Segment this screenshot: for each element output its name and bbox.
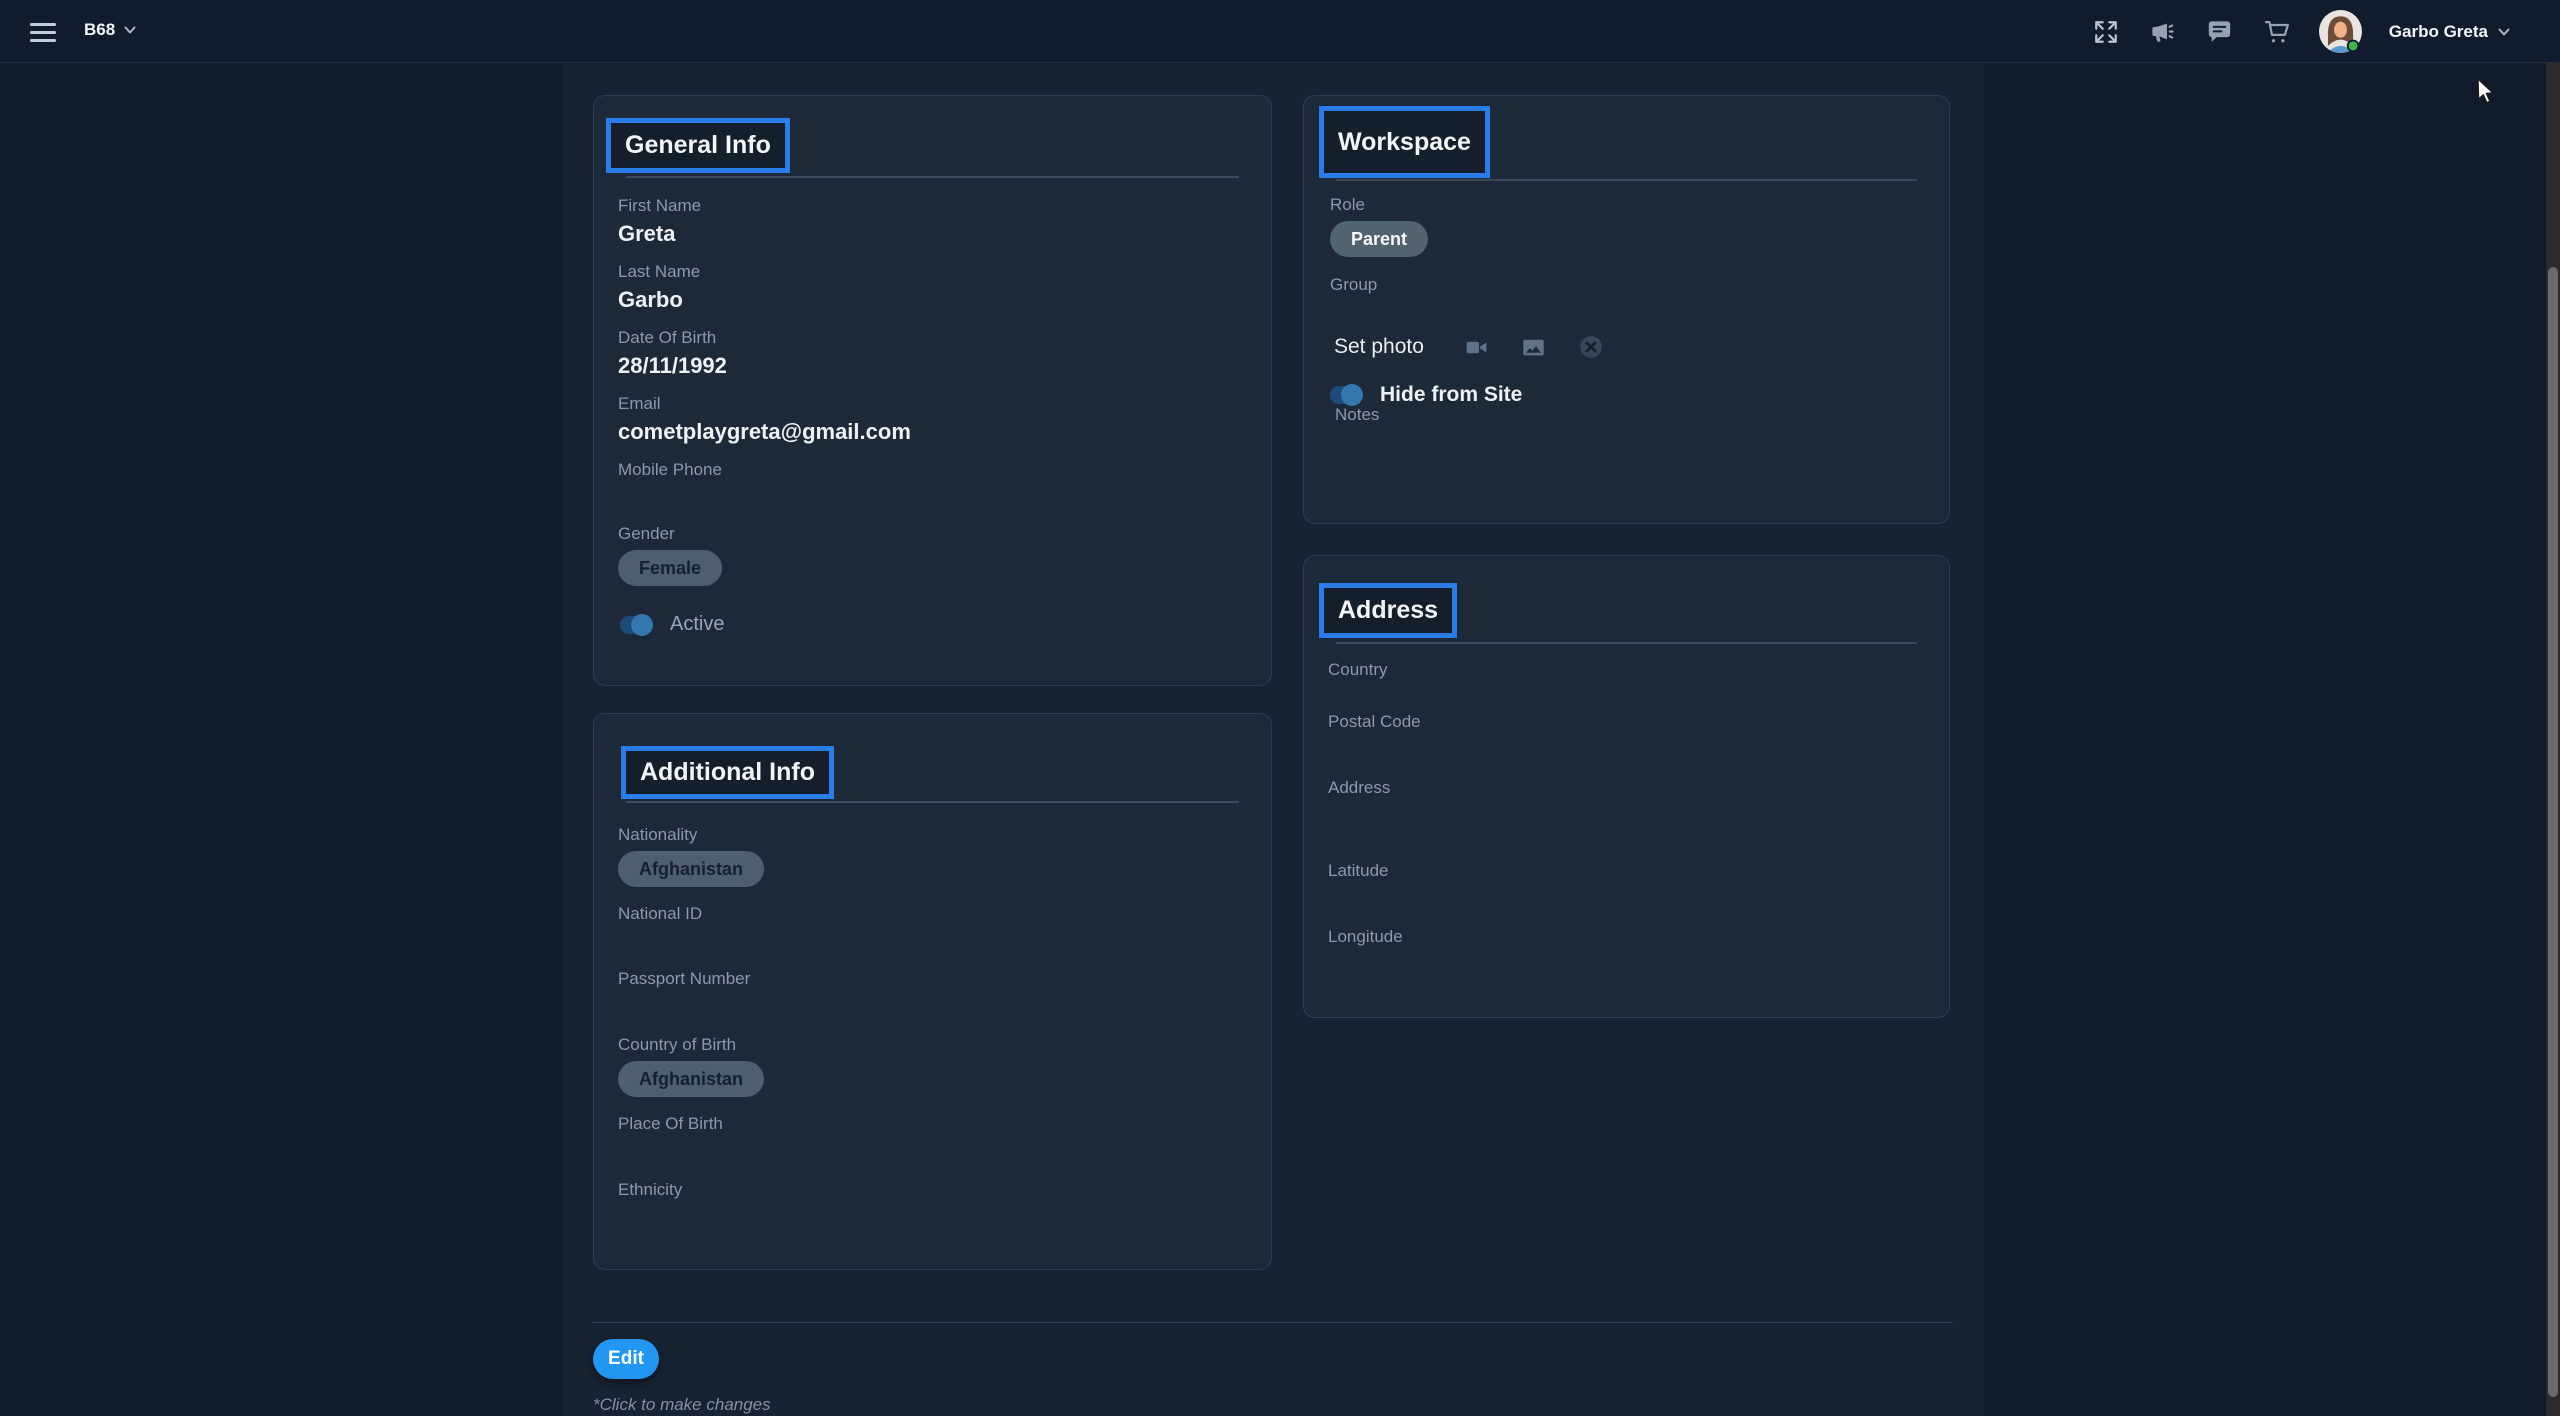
field-country-of-birth: Country of Birth Afghanistan — [618, 1035, 1247, 1097]
field-nationality: Nationality Afghanistan — [618, 825, 1247, 887]
section-title: Additional Info — [640, 758, 815, 787]
workspace-title-highlight: Workspace — [1319, 106, 1490, 178]
online-status-dot — [2347, 40, 2358, 51]
field-address: Address — [1328, 778, 1925, 798]
toggle-switch-on[interactable] — [1330, 384, 1364, 406]
general-info-card: General Info First Name Greta Last Name … — [593, 95, 1272, 686]
hamburger-menu-icon[interactable] — [30, 17, 66, 47]
mouse-cursor — [2476, 78, 2500, 104]
content-panel: General Info First Name Greta Last Name … — [563, 63, 1984, 1416]
role-chip: Parent — [1330, 221, 1428, 257]
video-camera-icon[interactable] — [1462, 332, 1492, 362]
field-place-of-birth: Place Of Birth — [618, 1114, 1247, 1165]
hide-from-site-toggle[interactable]: Hide from Site — [1330, 383, 1522, 407]
field-passport-number: Passport Number — [618, 969, 1247, 1020]
image-icon[interactable] — [1519, 332, 1549, 362]
set-photo-label: Set photo — [1334, 335, 1424, 359]
field-national-id: National ID — [618, 904, 1247, 955]
cart-icon[interactable] — [2262, 17, 2292, 47]
section-title: Address — [1338, 596, 1438, 625]
divider — [1336, 179, 1917, 181]
workspace-selector[interactable]: B68 — [84, 20, 136, 40]
megaphone-icon[interactable] — [2148, 17, 2178, 47]
edit-button[interactable]: Edit — [593, 1339, 659, 1379]
fullscreen-icon[interactable] — [2091, 17, 2121, 47]
address-card: Address Country Postal Code Address Lati… — [1303, 555, 1950, 1018]
scrollbar-track[interactable] — [2546, 63, 2560, 1416]
toggle-label: Hide from Site — [1380, 383, 1522, 407]
nationality-chip: Afghanistan — [618, 851, 764, 887]
divider — [626, 176, 1239, 178]
user-menu[interactable]: Garbo Greta — [2389, 22, 2510, 42]
user-name: Garbo Greta — [2389, 22, 2488, 42]
field-group: Group — [1330, 275, 1925, 326]
topbar-actions: Garbo Greta — [2091, 0, 2510, 63]
field-first-name: First Name Greta — [618, 196, 1247, 247]
field-postal-code: Postal Code — [1328, 712, 1925, 732]
country-of-birth-chip: Afghanistan — [618, 1061, 764, 1097]
avatar[interactable] — [2319, 10, 2362, 53]
section-title: General Info — [625, 131, 771, 160]
field-country: Country — [1328, 660, 1925, 680]
divider — [1336, 642, 1917, 644]
gender-chip: Female — [618, 550, 722, 586]
notes-label: Notes — [1335, 405, 1379, 425]
field-latitude: Latitude — [1328, 861, 1925, 881]
additional-info-title-highlight: Additional Info — [621, 746, 834, 799]
clear-circle-icon[interactable] — [1576, 332, 1606, 362]
field-mobile-phone: Mobile Phone — [618, 460, 1247, 511]
field-email: Email cometplaygreta@gmail.com — [618, 394, 1247, 445]
footer-divider — [593, 1322, 1953, 1323]
active-toggle[interactable]: Active — [620, 613, 724, 636]
section-title: Workspace — [1338, 128, 1471, 157]
toggle-switch-on[interactable] — [620, 614, 654, 636]
topbar: B68 — [0, 0, 2560, 63]
additional-info-card: Additional Info Nationality Afghanistan … — [593, 713, 1272, 1270]
workspace-card: Workspace Role Parent Group Set photo — [1303, 95, 1950, 524]
chevron-down-icon — [2498, 26, 2510, 38]
chat-icon[interactable] — [2205, 17, 2235, 47]
address-title-highlight: Address — [1319, 583, 1457, 638]
chevron-down-icon — [124, 24, 136, 36]
divider — [626, 801, 1239, 803]
field-role: Role Parent — [1330, 195, 1925, 257]
profile-page: B68 — [0, 0, 2560, 1416]
toggle-label: Active — [670, 613, 724, 636]
field-longitude: Longitude — [1328, 927, 1925, 947]
field-ethnicity: Ethnicity — [618, 1180, 1247, 1231]
field-last-name: Last Name Garbo — [618, 262, 1247, 313]
general-info-title-highlight: General Info — [606, 118, 790, 173]
edit-footnote: *Click to make changes — [593, 1395, 771, 1415]
set-photo-row: Set photo — [1334, 332, 1633, 362]
scrollbar-thumb[interactable] — [2548, 267, 2558, 1397]
field-date-of-birth: Date Of Birth 28/11/1992 — [618, 328, 1247, 379]
field-gender: Gender Female — [618, 524, 1247, 586]
workspace-selector-label: B68 — [84, 20, 115, 40]
